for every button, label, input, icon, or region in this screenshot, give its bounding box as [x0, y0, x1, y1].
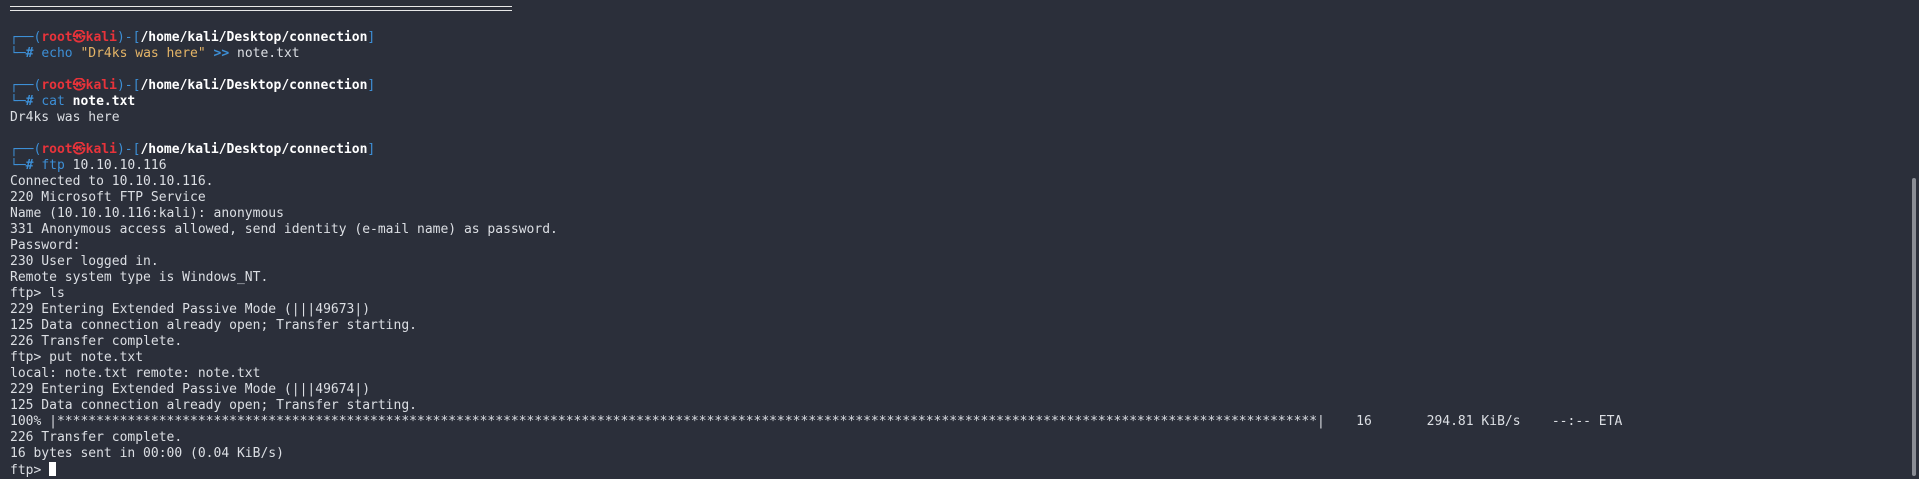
command-redirect: >>: [213, 46, 230, 61]
command-target: note.txt: [72, 94, 136, 109]
prompt-hash: #: [25, 158, 34, 173]
prompt-at-symbol: ㉿: [72, 30, 86, 45]
prompt-host: kali: [85, 30, 117, 45]
prompt-box-left: ┌──(: [10, 78, 42, 93]
prompt-header: ┌──(root㉿kali)-[/home/kali/Desktop/conne…: [10, 30, 1890, 46]
output-line: 125 Data connection already open; Transf…: [10, 398, 417, 413]
output-line: 331 Anonymous access allowed, send ident…: [10, 222, 558, 237]
scrollbar-track[interactable]: [1905, 0, 1919, 479]
output-line: 226 Transfer complete.: [10, 334, 183, 349]
output-line: 229 Entering Extended Passive Mode (|||4…: [10, 302, 371, 317]
prompt-box-left: ┌──(: [10, 30, 42, 45]
transfer-progress-line: 100% |**********************************…: [10, 414, 1623, 429]
prompt-cwd: /home/kali/Desktop/connection: [140, 30, 368, 45]
ftp-prompt: ftp>: [10, 463, 50, 478]
prompt-hash: #: [25, 94, 34, 109]
command-line: └─# echo "Dr4ks was here" >> note.txt: [10, 46, 1890, 62]
prompt-box-bottom: └─: [10, 46, 26, 61]
prompt-user: root: [41, 30, 73, 45]
prompt-header: ┌──(root㉿kali)-[/home/kali/Desktop/conne…: [10, 78, 1890, 94]
command-line: └─# cat note.txt: [10, 94, 1890, 110]
prompt-box-mid: )-[: [116, 142, 141, 157]
output-line: 220 Microsoft FTP Service: [10, 190, 206, 205]
prompt-box-mid: )-[: [116, 30, 141, 45]
output-line: ftp> put note.txt: [10, 350, 144, 365]
scrollbar-thumb[interactable]: [1912, 178, 1916, 476]
prompt-box-right: ]: [367, 30, 376, 45]
prompt-box-right: ]: [367, 78, 376, 93]
output-line: Name (10.10.10.116:kali): anonymous: [10, 206, 284, 221]
prompt-box-bottom: └─: [10, 158, 26, 173]
output-line: Password:: [10, 238, 81, 253]
top-separator-rule: [10, 6, 512, 11]
command-name: echo: [41, 46, 73, 61]
output-line: 230 User logged in.: [10, 254, 159, 269]
output-line: 16 bytes sent in 00:00 (0.04 KiB/s): [10, 446, 284, 461]
prompt-at-symbol: ㉿: [72, 142, 86, 157]
prompt-hash: #: [25, 46, 34, 61]
output-line: Remote system type is Windows_NT.: [10, 270, 269, 285]
command-line: └─# ftp 10.10.10.116: [10, 158, 1890, 174]
prompt-box-bottom: └─: [10, 94, 26, 109]
text-cursor: [49, 462, 57, 476]
ftp-prompt-line: ftp>: [10, 462, 1890, 478]
command-target: 10.10.10.116: [72, 158, 167, 173]
command-string-arg: "Dr4ks was here": [80, 46, 206, 61]
prompt-host: kali: [85, 142, 117, 157]
terminal-output[interactable]: ┌──(root㉿kali)-[/home/kali/Desktop/conne…: [10, 30, 1890, 478]
prompt-box-left: ┌──(: [10, 142, 42, 157]
output-line: Connected to 10.10.10.116.: [10, 174, 214, 189]
output-line: 226 Transfer complete.: [10, 430, 183, 445]
command-name: cat: [41, 94, 65, 109]
output-line: ftp> ls: [10, 286, 65, 301]
output-line: Dr4ks was here: [10, 110, 120, 125]
output-line: local: note.txt remote: note.txt: [10, 366, 261, 381]
prompt-box-mid: )-[: [116, 78, 141, 93]
command-name: ftp: [41, 158, 65, 173]
output-line: 229 Entering Extended Passive Mode (|||4…: [10, 382, 371, 397]
prompt-user: root: [41, 142, 73, 157]
command-target: note.txt: [237, 46, 300, 61]
prompt-at-symbol: ㉿: [72, 78, 86, 93]
prompt-header: ┌──(root㉿kali)-[/home/kali/Desktop/conne…: [10, 142, 1890, 158]
prompt-host: kali: [85, 78, 117, 93]
output-line: 125 Data connection already open; Transf…: [10, 318, 417, 333]
prompt-box-right: ]: [367, 142, 376, 157]
prompt-cwd: /home/kali/Desktop/connection: [140, 142, 368, 157]
prompt-user: root: [41, 78, 73, 93]
prompt-cwd: /home/kali/Desktop/connection: [140, 78, 368, 93]
